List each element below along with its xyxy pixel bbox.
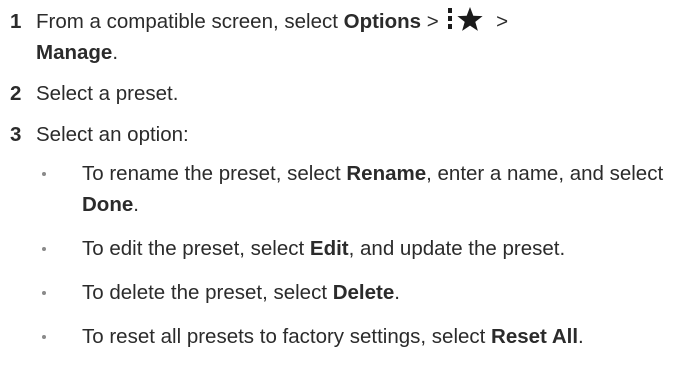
bullet-dot bbox=[42, 291, 46, 295]
reset-all-keyword: Reset All bbox=[491, 325, 579, 348]
step-3: 3 Select an option: bbox=[0, 119, 690, 150]
bullet-text: To edit the preset, select Edit, and upd… bbox=[40, 233, 690, 264]
steps-list: 1 From a compatible screen, select Optio… bbox=[0, 6, 690, 365]
step-text: Select an option: bbox=[36, 123, 189, 146]
bullet-dot bbox=[42, 247, 46, 251]
bullet-text-end: , and update the preset. bbox=[348, 237, 566, 260]
manage-keyword: Manage bbox=[36, 41, 113, 64]
bullet-text-pre: To delete the preset, select bbox=[82, 281, 333, 304]
bullet-item-edit: To edit the preset, select Edit, and upd… bbox=[0, 233, 690, 264]
step-1: 1 From a compatible screen, select Optio… bbox=[0, 6, 690, 68]
period: . bbox=[112, 41, 119, 64]
bullet-item-reset-all: To reset all presets to factory settings… bbox=[0, 321, 690, 352]
rename-keyword: Rename bbox=[346, 162, 427, 185]
step-number: 1 bbox=[10, 10, 22, 33]
step-number: 2 bbox=[10, 82, 22, 105]
menu-star-icon-group bbox=[446, 6, 486, 32]
step-1-text-pre: From a compatible screen, select bbox=[36, 10, 344, 33]
bullet-text-mid: , enter a name, and select bbox=[426, 162, 664, 185]
step-text: Select a preset. bbox=[36, 82, 179, 105]
done-keyword: Done bbox=[82, 193, 134, 216]
bullet-text-pre: To rename the preset, select bbox=[82, 162, 347, 185]
option-bullets: To rename the preset, select Rename, ent… bbox=[0, 158, 690, 352]
period: . bbox=[578, 325, 584, 348]
step-text: From a compatible screen, select Options… bbox=[36, 6, 690, 68]
bullet-text-pre: To reset all presets to factory settings… bbox=[82, 325, 492, 348]
bullet-text: To rename the preset, select Rename, ent… bbox=[40, 158, 690, 220]
options-keyword: Options bbox=[343, 10, 422, 33]
step-2: 2 Select a preset. bbox=[0, 78, 690, 109]
bullet-text-pre: To edit the preset, select bbox=[82, 237, 310, 260]
bullet-dot bbox=[42, 335, 46, 339]
period: . bbox=[394, 281, 400, 304]
period: . bbox=[133, 193, 139, 216]
edit-keyword: Edit bbox=[309, 237, 349, 260]
separator: > bbox=[490, 10, 509, 33]
delete-keyword: Delete bbox=[332, 281, 395, 304]
bullet-item-delete: To delete the preset, select Delete. bbox=[0, 277, 690, 308]
separator: > bbox=[421, 10, 445, 33]
bullet-item-rename: To rename the preset, select Rename, ent… bbox=[0, 158, 690, 220]
star-icon bbox=[457, 7, 484, 31]
bullet-text: To reset all presets to factory settings… bbox=[40, 321, 690, 352]
bullet-dot bbox=[42, 172, 46, 176]
bullet-text: To delete the preset, select Delete. bbox=[40, 277, 690, 308]
step-number: 3 bbox=[10, 123, 22, 146]
document-page: 1 From a compatible screen, select Optio… bbox=[0, 0, 699, 370]
